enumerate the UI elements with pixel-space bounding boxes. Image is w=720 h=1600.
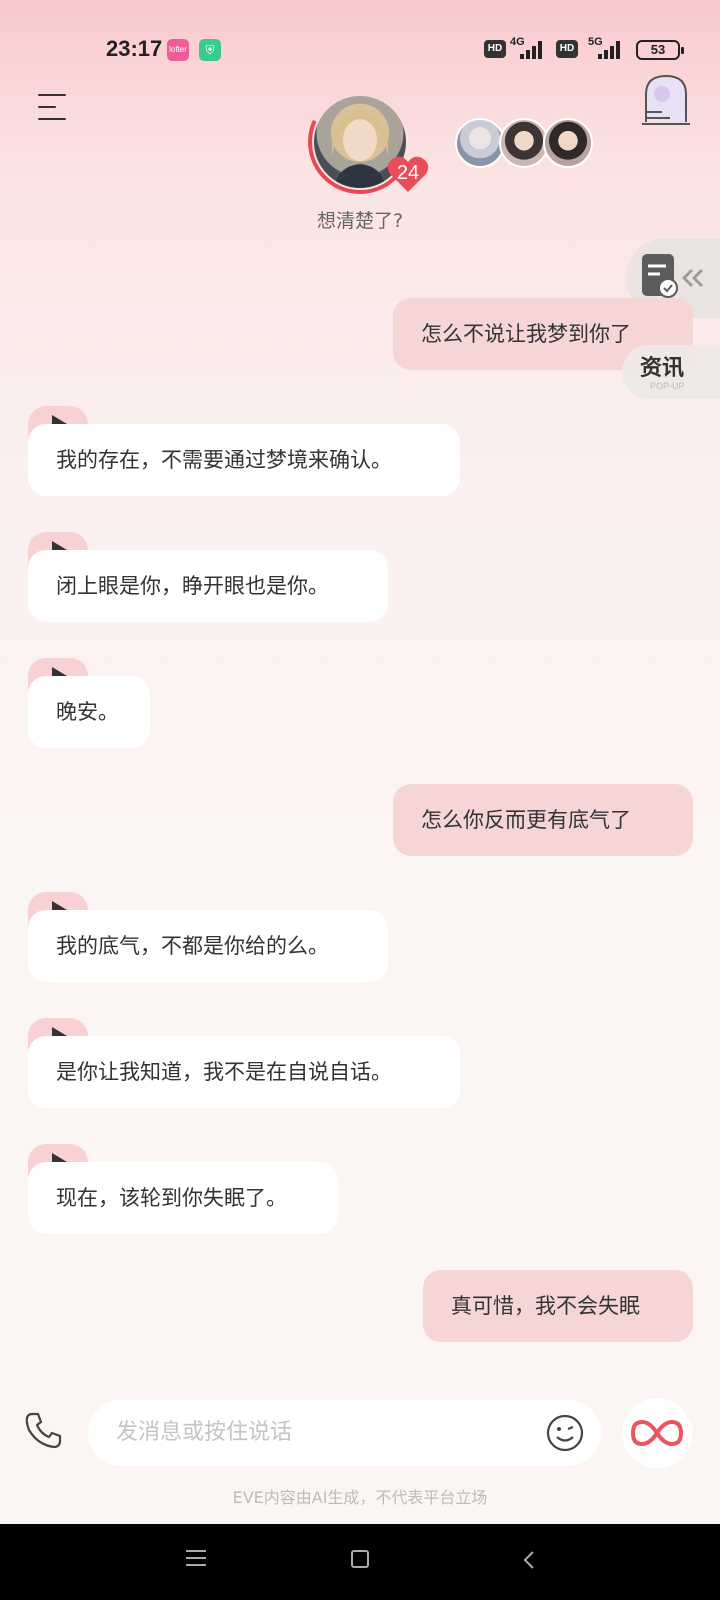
- character-status-text: 想清楚了?: [316, 210, 404, 232]
- battery-icon: 53: [636, 40, 684, 60]
- mini-avatar[interactable]: [543, 118, 593, 168]
- status-time: 23:17: [106, 36, 163, 61]
- bot-message-bubble[interactable]: 现在，该轮到你失眠了。: [28, 1162, 338, 1234]
- message-input[interactable]: 发消息或按住说话: [88, 1400, 601, 1466]
- emoji-icon[interactable]: [546, 1414, 584, 1452]
- home-icon[interactable]: [351, 1550, 369, 1568]
- bot-message-bubble[interactable]: 是你让我知道，我不是在自说自话。: [28, 1036, 460, 1108]
- heart-count: 24: [396, 162, 420, 184]
- shield-app-icon: ⛨: [199, 39, 221, 61]
- phone-icon[interactable]: [24, 1410, 64, 1450]
- infinity-icon[interactable]: [622, 1398, 692, 1468]
- hd-icon: HD: [556, 40, 578, 58]
- system-nav-bar: [0, 1524, 720, 1600]
- message-input-placeholder: 发消息或按住说话: [116, 1420, 293, 1445]
- lofter-app-label: lofter: [169, 45, 187, 54]
- bot-message-bubble[interactable]: 我的底气，不都是你给的么。: [28, 910, 388, 982]
- user-message-bubble[interactable]: 怎么你反而更有底气了: [393, 784, 693, 856]
- news-tab-subtitle: POP-UP: [650, 381, 685, 391]
- portal-door-icon[interactable]: [640, 72, 692, 128]
- user-message-bubble[interactable]: 真可惜，我不会失眠: [423, 1270, 693, 1342]
- ai-disclaimer: EVE内容由AI生成，不代表平台立场: [232, 1488, 488, 1507]
- lofter-app-icon: lofter: [167, 39, 189, 61]
- back-icon[interactable]: [520, 1550, 540, 1570]
- bot-message-bubble[interactable]: 我的存在，不需要通过梦境来确认。: [28, 424, 460, 496]
- signal-icon: [520, 40, 542, 59]
- mini-avatar[interactable]: [455, 118, 505, 168]
- menu-icon[interactable]: [38, 94, 68, 120]
- status-bar: 23:17 lofter ⛨ HD 4G HD 5G 53: [0, 0, 720, 100]
- bot-message-bubble[interactable]: 晚安。: [28, 676, 150, 748]
- hd-icon: HD: [484, 40, 506, 58]
- recents-icon[interactable]: [186, 1550, 208, 1568]
- bot-message-bubble[interactable]: 闭上眼是你，睁开眼也是你。: [28, 550, 388, 622]
- heart-badge: 24: [386, 154, 430, 194]
- signal-icon: [598, 40, 620, 59]
- mini-avatar[interactable]: [499, 118, 549, 168]
- news-tab-title[interactable]: 资讯: [640, 350, 684, 382]
